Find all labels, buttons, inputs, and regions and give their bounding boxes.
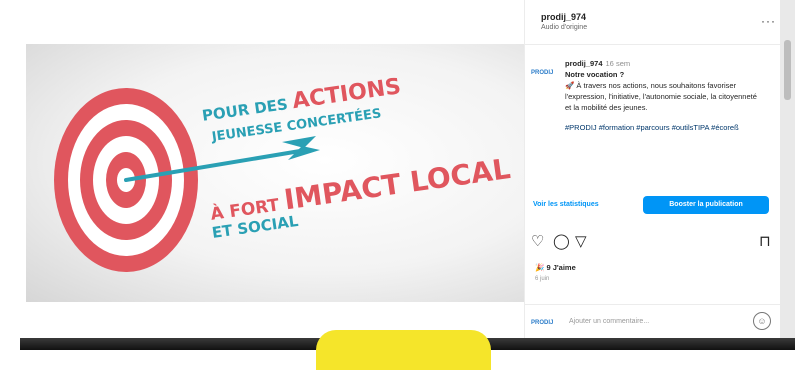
post-caption: prodij_974 16 sem Notre vocation ? 🚀 À tr… <box>565 58 765 133</box>
comment-icon[interactable]: ◯ <box>553 234 570 250</box>
scrollbar[interactable] <box>780 0 795 338</box>
comment-avatar: PRODIJ <box>531 320 554 326</box>
post-header: prodij_974 Audio d'origine <box>541 12 587 31</box>
caption-hashtags[interactable]: #PRODIJ #formation #parcours #outilsTIPA… <box>565 122 765 133</box>
caption-time: 16 sem <box>605 59 631 68</box>
post-date: 6 juin <box>535 276 550 282</box>
comment-divider <box>525 304 781 305</box>
header-username[interactable]: prodij_974 <box>541 12 587 22</box>
scrollbar-thumb[interactable] <box>784 40 791 100</box>
avatar[interactable]: PRODIJ <box>531 66 553 80</box>
send-icon[interactable]: ▽ <box>575 234 587 250</box>
action-bar: ♡ ◯ ▽ ⊓ <box>531 234 775 252</box>
bookmark-icon[interactable]: ⊓ <box>759 234 771 250</box>
caption-body: 🚀 À travers nos actions, nous souhaitons… <box>565 81 757 112</box>
more-options-icon[interactable]: ··· <box>761 14 776 28</box>
comment-input[interactable]: Ajouter un commentaire... <box>569 318 649 325</box>
caption-heading: Notre vocation ? <box>565 70 625 79</box>
boost-post-button[interactable]: Booster la publication <box>643 196 769 214</box>
smiley-icon[interactable]: ☺ <box>753 312 771 330</box>
post-media[interactable]: POUR DES ACTIONS JEUNESSE CONCERTÉES À F… <box>26 44 524 302</box>
yellow-highlight-shape <box>316 330 491 370</box>
caption-username[interactable]: prodij_974 <box>565 59 603 68</box>
post-side-panel: prodij_974 Audio d'origine ··· PRODIJ pr… <box>524 0 781 338</box>
header-divider <box>525 44 781 45</box>
view-insights-link[interactable]: Voir les statistiques <box>533 201 599 208</box>
like-count[interactable]: 🎉 9 J'aime <box>535 263 576 272</box>
original-audio-link[interactable]: Audio d'origine <box>541 24 587 31</box>
heart-icon[interactable]: ♡ <box>531 234 544 250</box>
